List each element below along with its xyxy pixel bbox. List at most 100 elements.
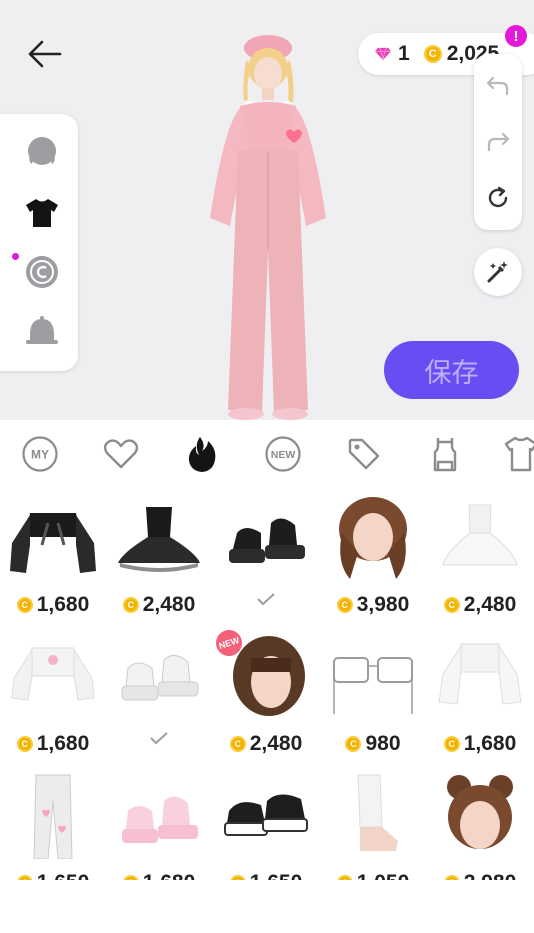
flame-icon (188, 437, 216, 472)
tab-dresses[interactable] (422, 432, 468, 476)
item-card[interactable]: C 2,480 (106, 488, 212, 626)
head-icon (28, 137, 56, 165)
item-card[interactable]: C1,650 (0, 766, 106, 880)
coin-icon: C (423, 45, 442, 63)
white-ruffle-top-image (438, 643, 522, 705)
item-price: C1,650 (0, 870, 106, 880)
black-platform-heels-image (229, 518, 305, 563)
dress-icon (433, 438, 457, 472)
my-circle-icon: MY (22, 436, 58, 472)
tag-icon (348, 438, 380, 470)
item-price: C 2,480 (106, 592, 212, 618)
item-card[interactable]: C1,650 (213, 766, 319, 880)
item-card[interactable]: NEW C 2,480 (212, 626, 319, 765)
bell-icon (26, 316, 58, 344)
category-hair[interactable] (20, 130, 64, 174)
owned-check (106, 727, 212, 749)
item-card[interactable] (106, 627, 212, 765)
refresh-icon (488, 186, 508, 208)
item-price: C 3,980 (320, 592, 426, 618)
selected-indicator (12, 253, 19, 260)
category-notification[interactable] (20, 310, 64, 354)
back-button[interactable] (22, 34, 66, 74)
black-bell-sleeve-top-image (10, 513, 96, 573)
item-price: C 2,480 (213, 731, 319, 757)
gem-count: 1 (398, 42, 410, 65)
item-price: C1,680 (427, 731, 533, 757)
undo-button[interactable] (474, 60, 522, 110)
coin-icon: C (443, 597, 460, 613)
category-coin-shop[interactable] (20, 250, 64, 294)
tab-trending[interactable] (179, 432, 225, 476)
filter-tabs: MY NEW (0, 420, 534, 488)
tab-favorites[interactable] (98, 432, 144, 476)
svg-text:MY: MY (31, 448, 49, 462)
check-icon (257, 593, 275, 606)
item-price: C2,980 (427, 870, 533, 880)
item-price: C1,680 (106, 870, 212, 880)
gem-icon (375, 47, 391, 61)
tab-outfits[interactable] (498, 432, 534, 476)
reset-button[interactable] (474, 173, 522, 223)
category-panel (0, 114, 78, 371)
item-price: C1,650 (213, 870, 319, 880)
tab-my[interactable]: MY (17, 432, 63, 476)
item-price: C1,680 (0, 731, 106, 757)
item-card[interactable] (213, 488, 319, 626)
pink-platform-heels-image (122, 796, 198, 843)
item-grid: C 1,680 C 2,480 C 3,980 C2,480 C 1,680 N… (0, 488, 534, 880)
coin-icon: C (16, 736, 33, 752)
coin-icon: C (345, 736, 362, 752)
item-card[interactable]: C 2,480 (427, 488, 533, 626)
item-card[interactable]: C1,680 (106, 766, 212, 880)
alert-badge[interactable]: ! (505, 25, 527, 47)
svg-text:NEW: NEW (271, 449, 296, 461)
tab-sale[interactable] (341, 432, 387, 476)
white-crop-top-image (11, 647, 95, 701)
item-card[interactable]: C1,050 (320, 766, 426, 880)
white-leg-warmers-image (357, 774, 398, 851)
white-lace-dress-image (442, 504, 518, 566)
arrow-left-icon (28, 40, 62, 68)
silver-glasses-image (333, 657, 413, 714)
history-panel (474, 54, 522, 230)
item-price: C1,680 (0, 592, 106, 618)
item-card[interactable]: C1,680 (427, 627, 533, 765)
redo-icon (487, 132, 510, 152)
item-price: C 980 (320, 731, 426, 757)
tab-new[interactable]: NEW (260, 432, 306, 476)
check-icon (150, 732, 168, 745)
copyright-coin-icon (26, 256, 58, 288)
heart-print-jeans-image (33, 774, 73, 859)
coin-icon: C (16, 597, 33, 613)
tshirt-icon (26, 199, 58, 227)
category-tops[interactable] (20, 191, 64, 235)
item-card[interactable]: C2,980 (427, 766, 533, 880)
avatar-figure (210, 35, 326, 420)
coin-icon: C (336, 597, 353, 613)
undo-icon (486, 76, 509, 96)
item-card[interactable]: C 980 (320, 627, 426, 765)
item-price: C1,050 (320, 870, 426, 880)
black-tutu-dress-image (118, 507, 200, 572)
item-price: C 2,480 (427, 592, 533, 618)
new-circle-icon: NEW (265, 436, 301, 472)
save-button[interactable]: 保存 (384, 341, 519, 399)
item-card[interactable]: C1,680 (0, 627, 106, 765)
heart-icon (103, 439, 139, 469)
white-platform-heels-image (121, 655, 199, 701)
coin-icon: C (122, 597, 139, 613)
redo-button[interactable] (474, 116, 522, 166)
item-card[interactable]: C 3,980 (320, 488, 426, 626)
owned-check (213, 588, 319, 610)
coin-icon: C (229, 736, 246, 752)
magic-wand-button[interactable] (474, 248, 522, 296)
space-bun-hair-image (447, 775, 513, 849)
magic-wand-icon (487, 261, 508, 283)
item-card[interactable]: C1,680 (0, 488, 106, 626)
brown-wavy-hair-image (339, 497, 407, 579)
coin-icon: C (443, 736, 460, 752)
black-platform-sneakers-image (224, 794, 308, 836)
bottom-area (0, 880, 534, 933)
outfit-icon (504, 436, 534, 472)
